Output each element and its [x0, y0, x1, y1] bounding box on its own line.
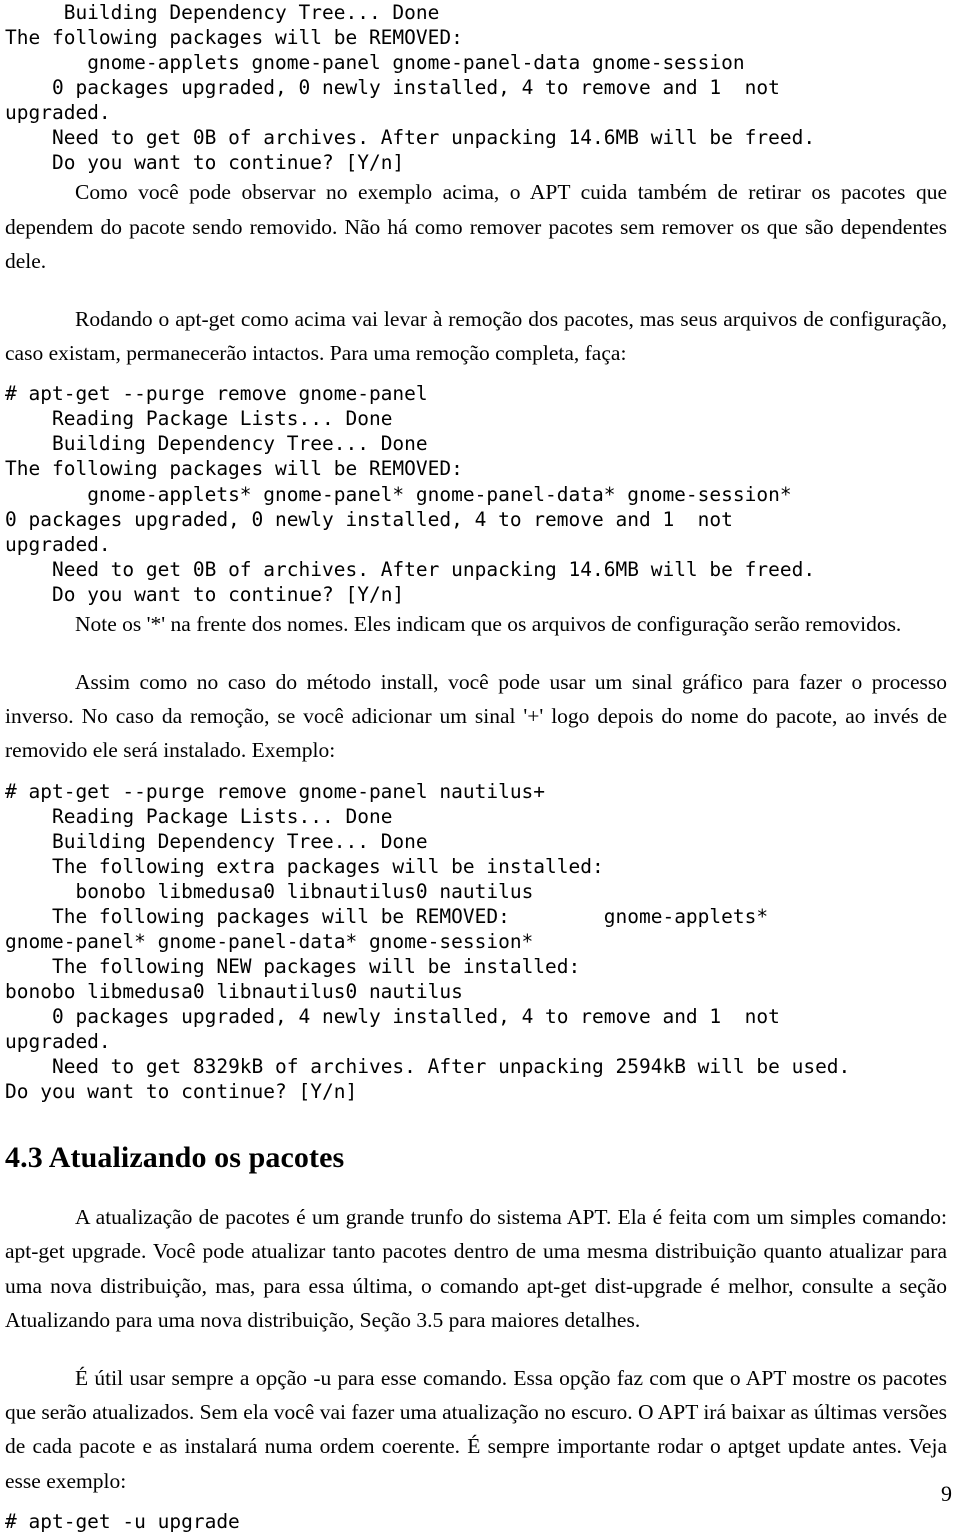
code-line: Need to get 0B of archives. After unpack… — [5, 557, 816, 581]
code-line: 0 packages upgraded, 0 newly installed, … — [5, 76, 780, 100]
code-line: bonobo libmedusa0 libnautilus0 nautilus — [5, 879, 534, 903]
paragraph-plus-sign: Assim como no caso do método install, vo… — [5, 669, 947, 763]
document-page: Building Dependency Tree... Done The foll… — [0, 0, 960, 1533]
code-line: The following packages will be REMOVED: — [5, 26, 463, 50]
code-line: upgraded. — [5, 1030, 111, 1054]
code-line: Need to get 8329kB of archives. After un… — [5, 1055, 851, 1079]
code-line: Building Dependency Tree... Done — [5, 829, 428, 853]
code-line: Do you want to continue? [Y/n] — [5, 151, 405, 175]
code-line: The following packages will be REMOVED: — [5, 457, 463, 481]
terminal-output-block-1: Building Dependency Tree... Done The foll… — [5, 0, 947, 175]
code-line: gnome-applets* gnome-panel* gnome-panel-… — [5, 482, 792, 506]
code-line-command: # apt-get --purge remove gnome-panel nau… — [5, 779, 546, 803]
code-line: Do you want to continue? [Y/n] — [5, 582, 405, 606]
code-line: 0 packages upgraded, 4 newly installed, … — [5, 1005, 780, 1028]
page-number: 9 — [941, 1481, 952, 1506]
code-line: Need to get 0B of archives. After unpack… — [5, 126, 816, 150]
code-line: Reading Package Lists... Done — [5, 804, 393, 828]
heading-spacer — [5, 1104, 947, 1140]
code-line: gnome-panel* gnome-panel-data* gnome-ses… — [5, 929, 534, 953]
code-line: bonobo libmedusa0 libnautilus0 nautilus — [5, 979, 463, 1003]
code-line-command: # apt-get --purge remove gnome-panel — [5, 382, 428, 406]
paragraph-upgrade-intro: A atualização de pacotes é um grande tru… — [5, 1205, 947, 1332]
code-line: Building Dependency Tree... Done — [5, 1, 440, 24]
terminal-output-block-3: # apt-get --purge remove gnome-panel nau… — [5, 779, 947, 1105]
paragraph-purge-intro: Rodando o apt-get como acima vai levar à… — [5, 306, 947, 366]
code-line: 0 packages upgraded, 0 newly installed, … — [5, 507, 733, 531]
code-line: upgraded. — [5, 532, 111, 556]
paragraph-u-option: É útil usar sempre a opção -u para esse … — [5, 1366, 947, 1493]
code-line: Reading Package Lists... Done — [5, 407, 393, 431]
code-line-command: # apt-get -u upgrade — [5, 1509, 240, 1533]
code-line: The following extra packages will be ins… — [5, 854, 604, 878]
terminal-output-block-4: # apt-get -u upgrade — [5, 1509, 947, 1534]
terminal-output-block-2: # apt-get --purge remove gnome-panel Rea… — [5, 381, 947, 606]
code-line: The following NEW packages will be insta… — [5, 954, 581, 978]
paragraph-asterisk-note: Note os '*' na frente dos nomes. Eles in… — [75, 611, 902, 636]
heading-bottom-spacer — [5, 1176, 947, 1200]
code-line: upgraded. — [5, 101, 111, 125]
code-line: Do you want to continue? [Y/n] — [5, 1080, 358, 1104]
paragraph-remove-dependencies: Como você pode observar no exemplo acima… — [5, 180, 947, 273]
code-line: The following packages will be REMOVED: … — [5, 904, 769, 928]
page-content: Building Dependency Tree... Done The foll… — [5, 0, 947, 1534]
code-line: Building Dependency Tree... Done — [5, 432, 428, 456]
page-title: 4.3 Atualizando os pacotes — [5, 1141, 345, 1175]
code-line: gnome-applets gnome-panel gnome-panel-da… — [5, 51, 745, 75]
